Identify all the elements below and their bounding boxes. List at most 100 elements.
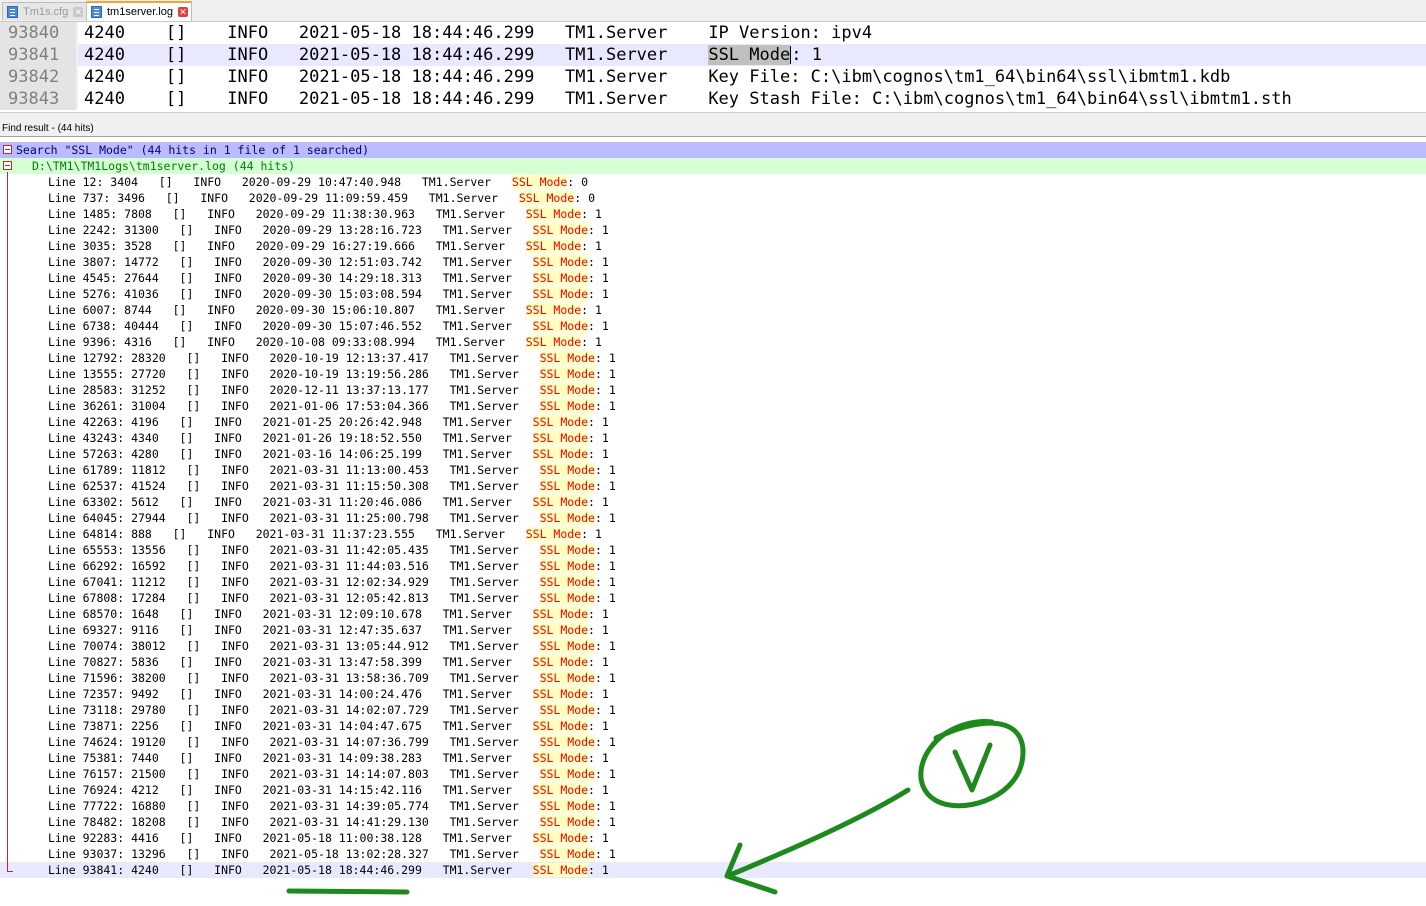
search-header-text: Search "SSL Mode" (44 hits in 1 file of … bbox=[16, 143, 370, 157]
result-text: Line 92283: 4416 [] INFO 2021-05-18 11:0… bbox=[48, 830, 609, 846]
collapse-toggle-icon[interactable] bbox=[3, 145, 12, 154]
result-value: 1 bbox=[608, 543, 616, 557]
fold-guide-end bbox=[7, 871, 13, 872]
result-value: 1 bbox=[601, 655, 609, 669]
tab-1[interactable]: tm1server.log ✕ bbox=[86, 1, 193, 21]
result-line[interactable]: Line 76924: 4212 [] INFO 2021-03-31 14:1… bbox=[0, 782, 1426, 798]
result-line[interactable]: Line 13555: 27720 [] INFO 2020-10-19 13:… bbox=[0, 366, 1426, 382]
result-prefix: Line 5276: 41036 [] INFO 2020-09-30 15:0… bbox=[48, 287, 533, 301]
result-text: Line 12792: 28320 [] INFO 2020-10-19 12:… bbox=[48, 350, 616, 366]
file-header[interactable]: D:\TM1\TM1Logs\tm1server.log (44 hits) bbox=[0, 158, 1426, 174]
result-line[interactable]: Line 72357: 9492 [] INFO 2021-03-31 14:0… bbox=[0, 686, 1426, 702]
result-line[interactable]: Line 3807: 14772 [] INFO 2020-09-30 12:5… bbox=[0, 254, 1426, 270]
result-prefix: Line 4545: 27644 [] INFO 2020-09-30 14:2… bbox=[48, 271, 533, 285]
search-header[interactable]: Search "SSL Mode" (44 hits in 1 file of … bbox=[0, 142, 1426, 158]
close-icon[interactable]: ✕ bbox=[73, 7, 84, 17]
result-prefix: Line 28583: 31252 [] INFO 2020-12-11 13:… bbox=[48, 383, 540, 397]
result-text: Line 3035: 3528 [] INFO 2020-09-29 16:27… bbox=[48, 238, 602, 254]
result-line[interactable]: Line 70827: 5836 [] INFO 2021-03-31 13:4… bbox=[0, 654, 1426, 670]
result-prefix: Line 65553: 13556 [] INFO 2021-03-31 11:… bbox=[48, 543, 540, 557]
result-line[interactable]: Line 70074: 38012 [] INFO 2021-03-31 13:… bbox=[0, 638, 1426, 654]
result-text: Line 68570: 1648 [] INFO 2021-03-31 12:0… bbox=[48, 606, 609, 622]
tab-0[interactable]: Tm1s.cfg ✕ bbox=[2, 2, 88, 20]
result-separator: : bbox=[594, 463, 609, 477]
close-icon[interactable]: ✕ bbox=[178, 7, 189, 17]
result-prefix: Line 92283: 4416 [] INFO 2021-05-18 11:0… bbox=[48, 831, 533, 845]
result-line[interactable]: Line 63302: 5612 [] INFO 2021-03-31 11:2… bbox=[0, 494, 1426, 510]
result-line[interactable]: Line 42263: 4196 [] INFO 2021-01-25 20:2… bbox=[0, 414, 1426, 430]
result-separator: : bbox=[594, 671, 609, 685]
result-line[interactable]: Line 77722: 16880 [] INFO 2021-03-31 14:… bbox=[0, 798, 1426, 814]
line-content-tail: : 1 bbox=[791, 45, 822, 65]
result-line[interactable]: Line 28583: 31252 [] INFO 2020-12-11 13:… bbox=[0, 382, 1426, 398]
result-line[interactable]: Line 68570: 1648 [] INFO 2021-03-31 12:0… bbox=[0, 606, 1426, 622]
result-line[interactable]: Line 64045: 27944 [] INFO 2021-03-31 11:… bbox=[0, 510, 1426, 526]
result-value: 1 bbox=[608, 463, 616, 477]
result-line[interactable]: Line 73871: 2256 [] INFO 2021-03-31 14:0… bbox=[0, 718, 1426, 734]
editor-line-text: 4240 [] INFO 2021-05-18 18:44:46.299 TM1… bbox=[84, 22, 872, 44]
result-separator: : bbox=[588, 255, 602, 269]
result-line[interactable]: Line 73118: 29780 [] INFO 2021-03-31 14:… bbox=[0, 702, 1426, 718]
result-separator: : bbox=[588, 415, 602, 429]
result-prefix: Line 64045: 27944 [] INFO 2021-03-31 11:… bbox=[48, 511, 540, 525]
match-highlight: SSL Mode bbox=[539, 511, 595, 525]
find-results-panel[interactable]: Search "SSL Mode" (44 hits in 1 file of … bbox=[0, 140, 1426, 906]
result-line[interactable]: Line 75381: 7440 [] INFO 2021-03-31 14:0… bbox=[0, 750, 1426, 766]
match-highlight: SSL Mode bbox=[525, 335, 582, 349]
result-line[interactable]: Line 74624: 19120 [] INFO 2021-03-31 14:… bbox=[0, 734, 1426, 750]
result-line[interactable]: Line 5276: 41036 [] INFO 2020-09-30 15:0… bbox=[0, 286, 1426, 302]
result-line[interactable]: Line 3035: 3528 [] INFO 2020-09-29 16:27… bbox=[0, 238, 1426, 254]
result-text: Line 2242: 31300 [] INFO 2020-09-29 13:2… bbox=[48, 222, 609, 238]
result-text: Line 69327: 9116 [] INFO 2021-03-31 12:4… bbox=[48, 622, 609, 638]
result-line[interactable]: Line 12: 3404 [] INFO 2020-09-29 10:47:4… bbox=[0, 174, 1426, 190]
result-separator: : bbox=[588, 719, 602, 733]
result-line[interactable]: Line 66292: 16592 [] INFO 2021-03-31 11:… bbox=[0, 558, 1426, 574]
result-text: Line 4545: 27644 [] INFO 2020-09-30 14:2… bbox=[48, 270, 609, 286]
result-line[interactable]: Line 36261: 31004 [] INFO 2021-01-06 17:… bbox=[0, 398, 1426, 414]
result-line[interactable]: Line 67808: 17284 [] INFO 2021-03-31 12:… bbox=[0, 590, 1426, 606]
result-text: Line 28583: 31252 [] INFO 2020-12-11 13:… bbox=[48, 382, 616, 398]
result-prefix: Line 13555: 27720 [] INFO 2020-10-19 13:… bbox=[48, 367, 540, 381]
result-text: Line 73118: 29780 [] INFO 2021-03-31 14:… bbox=[48, 702, 616, 718]
result-line[interactable]: Line 78482: 18208 [] INFO 2021-03-31 14:… bbox=[0, 814, 1426, 830]
result-line[interactable]: Line 2242: 31300 [] INFO 2020-09-29 13:2… bbox=[0, 222, 1426, 238]
match-highlight: SSL Mode bbox=[518, 191, 575, 205]
fold-guide-line bbox=[7, 172, 8, 872]
result-line[interactable]: Line 9396: 4316 [] INFO 2020-10-08 09:33… bbox=[0, 334, 1426, 350]
result-line[interactable]: Line 67041: 11212 [] INFO 2021-03-31 12:… bbox=[0, 574, 1426, 590]
gutter-separator bbox=[76, 66, 78, 88]
result-line[interactable]: Line 737: 3496 [] INFO 2020-09-29 11:09:… bbox=[0, 190, 1426, 206]
result-line[interactable]: Line 1485: 7808 [] INFO 2020-09-29 11:38… bbox=[0, 206, 1426, 222]
match-highlight: SSL Mode bbox=[539, 799, 595, 813]
result-line[interactable]: Line 62537: 41524 [] INFO 2021-03-31 11:… bbox=[0, 478, 1426, 494]
result-prefix: Line 75381: 7440 [] INFO 2021-03-31 14:0… bbox=[48, 751, 533, 765]
match-highlight: SSL Mode bbox=[532, 447, 589, 461]
collapse-toggle-icon[interactable] bbox=[3, 161, 12, 170]
editor-view[interactable]: 93840 4240 [] INFO 2021-05-18 18:44:46.29… bbox=[0, 22, 1426, 112]
result-line[interactable]: Line 43243: 4340 [] INFO 2021-01-26 19:1… bbox=[0, 430, 1426, 446]
result-text: Line 5276: 41036 [] INFO 2020-09-30 15:0… bbox=[48, 286, 609, 302]
result-line[interactable]: Line 93841: 4240 [] INFO 2021-05-18 18:4… bbox=[0, 862, 1426, 878]
result-line[interactable]: Line 92283: 4416 [] INFO 2021-05-18 11:0… bbox=[0, 830, 1426, 846]
result-line[interactable]: Line 69327: 9116 [] INFO 2021-03-31 12:4… bbox=[0, 622, 1426, 638]
result-line[interactable]: Line 6738: 40444 [] INFO 2020-09-30 15:0… bbox=[0, 318, 1426, 334]
result-line[interactable]: Line 12792: 28320 [] INFO 2020-10-19 12:… bbox=[0, 350, 1426, 366]
result-text: Line 42263: 4196 [] INFO 2021-01-25 20:2… bbox=[48, 414, 609, 430]
result-line[interactable]: Line 93037: 13296 [] INFO 2021-05-18 13:… bbox=[0, 846, 1426, 862]
result-line[interactable]: Line 65553: 13556 [] INFO 2021-03-31 11:… bbox=[0, 542, 1426, 558]
result-line[interactable]: Line 57263: 4280 [] INFO 2021-03-16 14:0… bbox=[0, 446, 1426, 462]
match-highlight: SSL Mode bbox=[539, 639, 595, 653]
result-line[interactable]: Line 61789: 11812 [] INFO 2021-03-31 11:… bbox=[0, 462, 1426, 478]
result-line[interactable]: Line 6007: 8744 [] INFO 2020-09-30 15:06… bbox=[0, 302, 1426, 318]
result-line[interactable]: Line 64814: 888 [] INFO 2021-03-31 11:37… bbox=[0, 526, 1426, 542]
match-highlight: SSL Mode bbox=[539, 591, 595, 605]
gutter-separator bbox=[76, 22, 78, 44]
result-line[interactable]: Line 71596: 38200 [] INFO 2021-03-31 13:… bbox=[0, 670, 1426, 686]
result-line[interactable]: Line 76157: 21500 [] INFO 2021-03-31 14:… bbox=[0, 766, 1426, 782]
match-highlight: SSL Mode bbox=[539, 479, 595, 493]
result-prefix: Line 3035: 3528 [] INFO 2020-09-29 16:27… bbox=[48, 239, 526, 253]
result-line[interactable]: Line 4545: 27644 [] INFO 2020-09-30 14:2… bbox=[0, 270, 1426, 286]
result-separator: : bbox=[594, 351, 609, 365]
result-prefix: Line 1485: 7808 [] INFO 2020-09-29 11:38… bbox=[48, 207, 526, 221]
result-separator: : bbox=[594, 639, 609, 653]
